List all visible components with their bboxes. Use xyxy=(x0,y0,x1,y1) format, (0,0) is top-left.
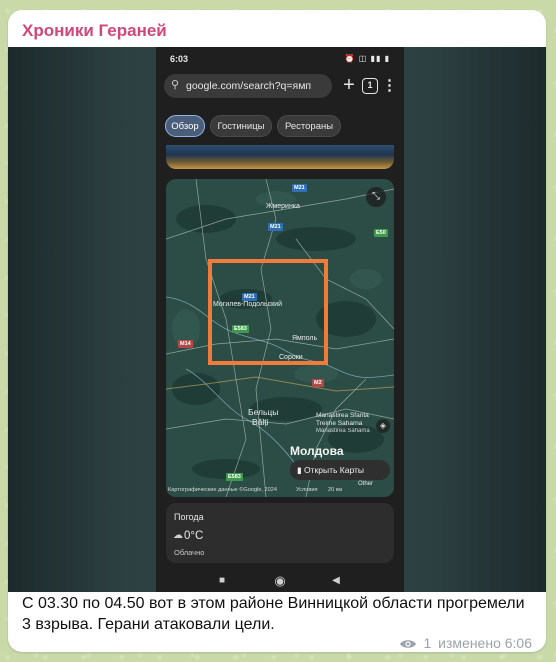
map-icon: ▮ xyxy=(297,465,305,475)
edited-timestamp: изменено 6:06 xyxy=(438,635,532,651)
weather-title: Погода xyxy=(174,512,204,522)
map-country-label: Молдова xyxy=(290,444,344,458)
more-menu-icon[interactable]: ⋮ xyxy=(382,75,397,97)
message-caption: С 03.30 по 04.50 вот в этом районе Винни… xyxy=(22,595,525,633)
message-bubble: Хроники Гераней 6:03 ⏰ ◫ ▮▮ ▮ ⚲ google.c… xyxy=(8,10,546,652)
status-icons: ⏰ ◫ ▮▮ ▮ xyxy=(344,54,390,63)
status-time: 6:03 xyxy=(170,54,189,64)
map-label-manastirea-3: Mănăstirea Sahama xyxy=(316,428,370,434)
weather-card[interactable]: Погода ☁ 0°C Облачно xyxy=(166,503,394,563)
eye-icon xyxy=(399,640,416,648)
map-label-beltsy: Бельцы xyxy=(248,407,279,417)
map-label-manastirea-2: Treime Saharna xyxy=(316,420,363,427)
weather-condition: Облачно xyxy=(174,548,205,557)
open-maps-label: Открыть Карты xyxy=(304,465,365,475)
new-tab-button[interactable]: + xyxy=(338,74,360,96)
chip-restaurants[interactable]: Рестораны xyxy=(277,115,341,137)
map-card[interactable]: M21 Жмеринка M21 E50 M21 Могилев-Подольс… xyxy=(166,179,394,497)
view-count: 1 xyxy=(423,635,432,651)
site-settings-icon[interactable]: ⚲ xyxy=(171,78,179,91)
layers-icon[interactable]: ◈ xyxy=(376,419,390,433)
screenshot-image[interactable]: 6:03 ⏰ ◫ ▮▮ ▮ ⚲ google.com/search?q=ямп … xyxy=(8,47,546,592)
map-label-manastirea: Manastirea Sfanta xyxy=(316,412,369,419)
highlight-area-box xyxy=(208,259,328,365)
road-badge-m14: M14 xyxy=(178,340,193,348)
road-badge-m21: M21 xyxy=(268,223,283,231)
road-badge-m2: M2 xyxy=(312,379,324,387)
cloud-icon: ☁ xyxy=(173,530,183,541)
back-icon[interactable]: ◀ xyxy=(326,571,346,591)
channel-title[interactable]: Хроники Гераней xyxy=(22,21,167,41)
fullscreen-icon[interactable]: ⤡ xyxy=(366,187,386,207)
weather-temperature: 0°C xyxy=(184,530,204,542)
attribution-scale: 20 км xyxy=(328,487,343,493)
road-badge-m21: M21 xyxy=(292,184,307,192)
road-badge-e50: E50 xyxy=(374,229,388,237)
map-label-balti: Bălți xyxy=(252,417,269,427)
message-meta: 1 изменено 6:06 xyxy=(399,635,532,651)
url-text: google.com/search?q=ямп xyxy=(186,80,312,92)
android-nav-bar: ■ ◉ ◀ xyxy=(156,571,404,591)
address-bar[interactable]: ⚲ google.com/search?q=ямп xyxy=(164,74,332,98)
map-attribution: Картографические данные ©Google, 2024 Ус… xyxy=(168,485,392,495)
tab-switcher-button[interactable]: 1 xyxy=(362,78,378,94)
chip-hotels[interactable]: Гостиницы xyxy=(210,115,272,137)
map-label-zhmerinka: Жмеринка xyxy=(266,203,300,210)
recents-icon[interactable]: ■ xyxy=(212,571,232,591)
attribution-copyright: Картографические данные ©Google, 2024 xyxy=(168,487,277,493)
home-icon[interactable]: ◉ xyxy=(270,571,290,591)
preview-image-card[interactable] xyxy=(166,145,394,169)
status-bar: 6:03 ⏰ ◫ ▮▮ ▮ xyxy=(156,51,404,67)
chip-overview[interactable]: Обзор xyxy=(165,115,205,137)
open-maps-button[interactable]: ▮ Открыть Карты xyxy=(290,460,390,480)
attribution-terms[interactable]: Условия xyxy=(296,485,318,495)
road-badge-e583: E583 xyxy=(226,473,243,481)
phone-screen: 6:03 ⏰ ◫ ▮▮ ▮ ⚲ google.com/search?q=ямп … xyxy=(156,47,404,592)
